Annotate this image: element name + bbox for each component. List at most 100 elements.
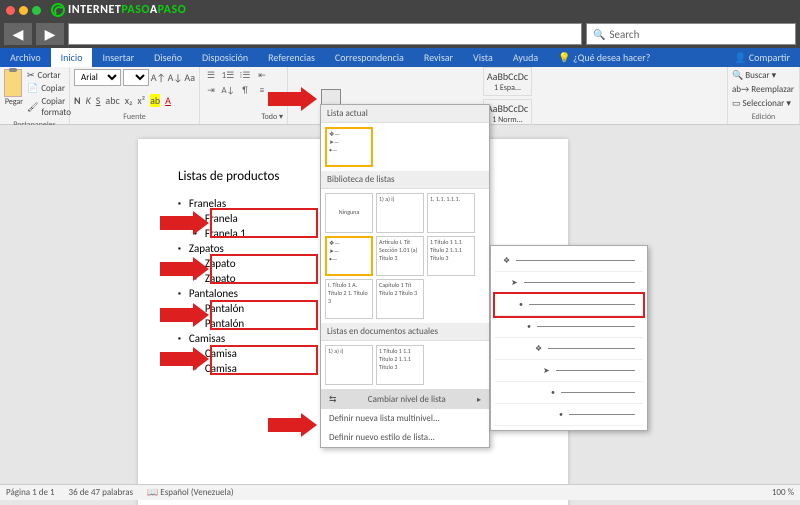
- level-option[interactable]: ➤: [495, 272, 643, 294]
- dd-section-header: Lista actual: [321, 105, 489, 123]
- group-font: Arial 14 A↑ A↓ Aa N K S abc x₂ x² ab A F…: [70, 67, 200, 124]
- language-status[interactable]: 📖 Español (Venezuela): [147, 487, 234, 498]
- site-logo: INTERNETPASOAPASO: [51, 3, 186, 17]
- annotation-highlight: [210, 208, 318, 238]
- level-option[interactable]: •: [495, 382, 643, 404]
- shrink-font-icon[interactable]: A↓: [168, 71, 183, 84]
- paste-label: Pegar: [4, 97, 24, 107]
- page-count: Página 1 de 1: [6, 487, 55, 498]
- underline-icon[interactable]: S: [96, 94, 101, 107]
- tab-vista[interactable]: Vista: [463, 48, 503, 67]
- tab-insertar[interactable]: Insertar: [92, 48, 144, 67]
- superscript-icon[interactable]: x²: [137, 94, 145, 107]
- tab-archivo[interactable]: Archivo: [0, 48, 51, 67]
- level-option-selected[interactable]: •: [495, 294, 643, 316]
- align-icon[interactable]: ≡: [255, 84, 269, 96]
- multilevel-icon[interactable]: ⁝☰: [238, 69, 252, 81]
- list-option[interactable]: 1 Título 1 1.1 Título 2 1.1.1 Título 3: [376, 345, 424, 385]
- browser-nav: ◀ ▶ Search: [0, 20, 800, 48]
- tab-ayuda[interactable]: Ayuda: [503, 48, 548, 67]
- list-option[interactable]: 1) a) i): [376, 193, 424, 233]
- back-button[interactable]: ◀: [4, 23, 32, 45]
- font-name-select[interactable]: Arial: [74, 69, 121, 86]
- list-level-flyout: ❖ ➤ • • ❖ ➤ • •: [490, 245, 648, 431]
- tell-me-search[interactable]: 💡 ¿Qué desea hacer?: [548, 48, 660, 67]
- list-option[interactable]: Capítulo 1 Tít Título 2 Título 3: [376, 279, 424, 319]
- tab-disposicion[interactable]: Disposición: [192, 48, 258, 67]
- increase-indent-icon[interactable]: ⇥: [204, 84, 218, 96]
- cut-button[interactable]: ✂ Cortar: [27, 69, 71, 82]
- tab-correspondencia[interactable]: Correspondencia: [325, 48, 414, 67]
- group-title: Fuente: [74, 111, 195, 122]
- change-list-level-menu[interactable]: ⇆ Cambiar nivel de lista: [321, 390, 489, 409]
- list-option[interactable]: 1) a) i): [325, 345, 373, 385]
- url-input[interactable]: [68, 23, 582, 45]
- dd-section-header: Listas en documentos actuales: [321, 323, 489, 341]
- forward-button[interactable]: ▶: [36, 23, 64, 45]
- status-bar: Página 1 de 1 36 de 47 palabras 📖 Españo…: [0, 484, 800, 500]
- level-option[interactable]: ❖: [495, 338, 643, 360]
- group-editing: 🔍 Buscar ▾ ab→ Reemplazar ▭ Seleccionar …: [728, 67, 800, 124]
- maximize-window-icon[interactable]: [32, 6, 41, 15]
- format-painter-button[interactable]: 🖌 Copiar formato: [27, 95, 71, 119]
- annotation-arrow-icon: [268, 418, 302, 432]
- bullets-icon[interactable]: ☰: [204, 69, 218, 81]
- define-style-menu[interactable]: Definir nuevo estilo de lista...: [321, 428, 489, 447]
- strike-icon[interactable]: abc: [105, 94, 119, 107]
- share-button[interactable]: 👤 Compartir: [724, 48, 800, 67]
- change-case-icon[interactable]: Aa: [184, 71, 195, 84]
- annotation-highlight: [210, 254, 318, 284]
- decrease-indent-icon[interactable]: ⇤: [255, 69, 269, 81]
- bold-icon[interactable]: N: [74, 94, 81, 107]
- tab-revisar[interactable]: Revisar: [414, 48, 463, 67]
- annotation-highlight: [210, 300, 318, 330]
- group-clipboard: Pegar ✂ Cortar 📄 Copiar 🖌 Copiar formato…: [0, 67, 70, 124]
- select-button[interactable]: ▭ Seleccionar ▾: [732, 97, 795, 110]
- level-option[interactable]: ❖: [495, 250, 643, 272]
- show-marks-icon[interactable]: ¶: [238, 84, 252, 96]
- style-box[interactable]: AaBbCcDc1 Norm...: [483, 99, 532, 128]
- group-title: Edición: [732, 111, 795, 122]
- zoom-level[interactable]: 100 %: [772, 487, 794, 498]
- sort-icon[interactable]: A↓: [221, 84, 235, 96]
- subscript-icon[interactable]: x₂: [125, 94, 133, 107]
- minimize-window-icon[interactable]: [19, 6, 28, 15]
- word-count[interactable]: 36 de 47 palabras: [69, 487, 134, 498]
- level-option[interactable]: •: [495, 316, 643, 338]
- font-color-icon[interactable]: A: [165, 94, 171, 107]
- highlight-icon[interactable]: ab: [150, 94, 160, 107]
- grow-font-icon[interactable]: A↑: [151, 71, 166, 84]
- tab-inicio[interactable]: Inicio: [51, 48, 93, 67]
- close-window-icon[interactable]: [6, 6, 15, 15]
- search-input[interactable]: Search: [586, 23, 796, 45]
- logo-icon: [51, 3, 65, 17]
- font-size-select[interactable]: 14: [123, 69, 149, 86]
- multilevel-list-dropdown: Lista actual ❖—➤—•— Biblioteca de listas…: [320, 104, 490, 448]
- list-option-none[interactable]: Ninguna: [325, 193, 373, 233]
- annotation-arrow-icon: [160, 262, 194, 276]
- list-option[interactable]: I. Título 1 A. Título 2 1. Título 3: [325, 279, 373, 319]
- browser-titlebar: INTERNETPASOAPASO: [0, 0, 800, 20]
- ribbon-tabs: Archivo Inicio Insertar Diseño Disposici…: [0, 48, 800, 67]
- dd-section-header: Biblioteca de listas: [321, 171, 489, 189]
- level-option[interactable]: •: [495, 404, 643, 426]
- list-option[interactable]: 1. 1.1. 1.1.1.: [427, 193, 475, 233]
- tab-diseno[interactable]: Diseño: [144, 48, 192, 67]
- list-option[interactable]: ❖—➤—•—: [325, 236, 373, 276]
- annotation-arrow-icon: [160, 216, 194, 230]
- list-option[interactable]: 1 Título 1 1.1 Título 2 1.1.1 Título 3: [427, 236, 475, 276]
- style-box[interactable]: AaBbCcDc1 Espa...: [483, 67, 532, 96]
- define-multilevel-menu[interactable]: Definir nueva lista multinivel...: [321, 409, 489, 428]
- replace-button[interactable]: ab→ Reemplazar: [732, 83, 795, 96]
- numbering-icon[interactable]: 1☰: [221, 69, 235, 81]
- level-option[interactable]: ➤: [495, 360, 643, 382]
- italic-icon[interactable]: K: [86, 94, 91, 107]
- tab-referencias[interactable]: Referencias: [258, 48, 325, 67]
- list-option[interactable]: Artículo I. Tít Sección 1.01 (a) Título …: [376, 236, 424, 276]
- copy-button[interactable]: 📄 Copiar: [27, 82, 71, 95]
- paste-icon[interactable]: [4, 69, 22, 97]
- list-option-current[interactable]: ❖—➤—•—: [325, 127, 373, 167]
- multilevel-list-button-active[interactable]: [322, 90, 340, 104]
- todo-dropdown[interactable]: Todo ▾: [204, 112, 283, 122]
- find-button[interactable]: 🔍 Buscar ▾: [732, 69, 795, 82]
